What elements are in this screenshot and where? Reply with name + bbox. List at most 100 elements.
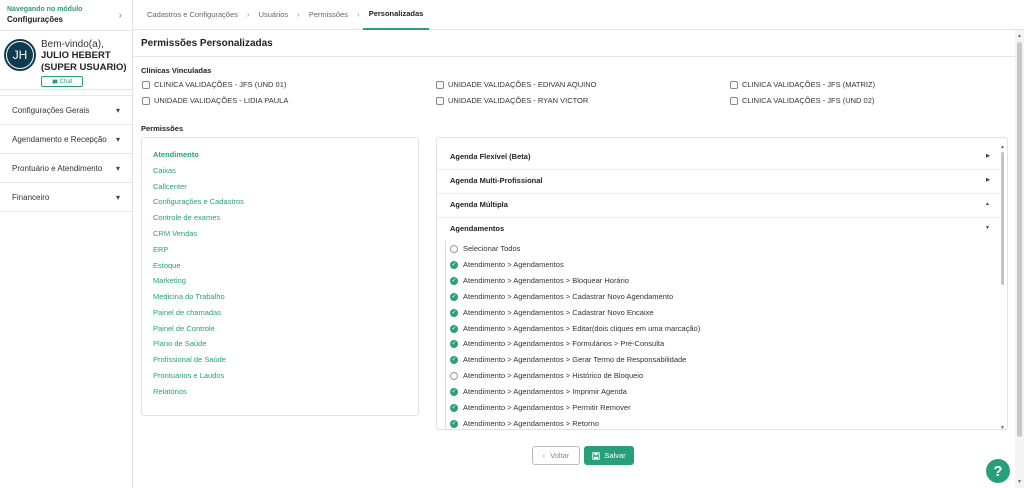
clinic-checkbox[interactable]: UNIDADE VALIDAÇÕES - RYAN VICTOR (436, 96, 588, 105)
category-item-relatorios[interactable]: Relatórios (153, 387, 187, 396)
caret-right-icon: ▶ (986, 153, 990, 159)
clinic-checkbox[interactable]: CLINICA VALIDAÇÕES - JFS (UND 01) (142, 80, 286, 89)
group-header-agenda-multi[interactable]: Agenda Multi-Profissional ▶ (450, 176, 990, 185)
category-item-atendimento[interactable]: Atendimento (153, 150, 199, 159)
sidebar-item-configuracoes-gerais[interactable]: Configurações Gerais ▾ (0, 96, 132, 125)
breadcrumb-item-permissoes[interactable]: Permissões (303, 0, 354, 30)
permission-item[interactable]: ✓ Atendimento > Agendamentos > Cadastrar… (450, 308, 654, 317)
group-header-agendamentos[interactable]: Agendamentos ▼ (450, 224, 990, 233)
category-item-medicina-trabalho[interactable]: Medicina do Trabalho (153, 292, 225, 301)
clinic-label: CLINICA VALIDAÇÕES - JFS (UND 01) (154, 80, 287, 89)
clinic-label: UNIDADE VALIDAÇÕES - RYAN VICTOR (448, 96, 589, 105)
category-item-erp[interactable]: ERP (153, 245, 168, 254)
check-icon[interactable]: ✓ (450, 308, 458, 317)
list-indent-bar (445, 241, 446, 429)
checkbox[interactable] (142, 80, 150, 89)
check-icon[interactable]: ✓ (450, 355, 458, 364)
permission-item[interactable]: ✓ Atendimento > Agendamentos > Retorno (450, 419, 599, 428)
category-item-painel-controle[interactable]: Painel de Controle (153, 324, 215, 333)
check-icon[interactable]: ✓ (450, 292, 458, 301)
clinic-label: CLINICA VALIDAÇÕES - JFS (MATRIZ) (742, 80, 876, 89)
group-header-agenda-multipla[interactable]: Agenda Múltipla ▲ (450, 200, 990, 209)
page-header: Permissões Personalizadas (133, 30, 1015, 57)
permission-item[interactable]: ✓ Atendimento > Agendamentos > Formulári… (450, 339, 664, 348)
category-item-configuracoes[interactable]: Configurações e Cadastros (153, 197, 244, 206)
app-root: Navegando no módulo Configurações › JH B… (0, 0, 1024, 488)
breadcrumb-item-cadastros[interactable]: Cadastros e Configurações (141, 0, 244, 30)
checkbox[interactable] (436, 80, 444, 89)
category-item-crm-vendas[interactable]: CRM Vendas (153, 229, 197, 238)
permission-item[interactable]: ✓ Atendimento > Agendamentos > Editar(do… (450, 324, 700, 333)
save-button[interactable]: Salvar (584, 446, 634, 465)
select-all-checkbox[interactable]: Selecionar Todos (450, 244, 520, 253)
page-scrollbar[interactable]: ▲ ▼ (1015, 30, 1024, 488)
permission-item[interactable]: ✓ Atendimento > Agendamentos > Permitir … (450, 403, 631, 412)
back-button[interactable]: ‹ Voltar (532, 446, 580, 465)
category-item-callcenter[interactable]: Callcenter (153, 182, 187, 191)
check-icon[interactable]: ✓ (450, 324, 458, 333)
clinic-checkbox[interactable]: CLINICA VALIDAÇÕES - JFS (UND 02) (730, 96, 874, 105)
permissions-scrollbar[interactable]: ▲ ▼ (1000, 144, 1005, 429)
breadcrumb-item-usuarios[interactable]: Usuários (253, 0, 295, 30)
permission-label: Atendimento > Agendamentos > Cadastrar N… (463, 308, 654, 317)
scroll-down-icon[interactable]: ▼ (1017, 479, 1022, 485)
sidebar-item-agendamento-recepcao[interactable]: Agendamento e Recepção ▾ (0, 125, 132, 154)
breadcrumb: Cadastros e Configurações › Usuários › P… (133, 0, 1024, 30)
category-item-profissional-saude[interactable]: Profissional de Saúde (153, 355, 226, 364)
category-item-prontuarios-laudos[interactable]: Prontuários e Laudos (153, 371, 224, 380)
checkbox[interactable] (730, 80, 738, 89)
clinic-checkbox[interactable]: UNIDADE VALIDAÇÕES - EDIVAN AQUINO (436, 80, 597, 89)
sidebar-item-prontuario-atendimento[interactable]: Prontuário e Atendimento ▾ (0, 154, 132, 183)
category-item-painel-chamadas[interactable]: Painel de chamadas (153, 308, 221, 317)
clinic-label: UNIDADE VALIDAÇÕES - EDIVAN AQUINO (448, 80, 597, 89)
category-item-marketing[interactable]: Marketing (153, 276, 186, 285)
module-caption: Navegando no módulo (7, 6, 83, 13)
scroll-down-icon[interactable]: ▼ (1000, 425, 1005, 429)
divider (437, 217, 999, 218)
help-button[interactable]: ? (986, 459, 1010, 483)
category-item-estoque[interactable]: Estoque (153, 261, 181, 270)
sidebar-item-label: Financeiro (12, 192, 50, 202)
checkbox[interactable] (142, 96, 150, 105)
sidebar-item-financeiro[interactable]: Financeiro ▾ (0, 183, 132, 212)
sidebar-item-label: Agendamento e Recepção (12, 134, 107, 144)
permission-item[interactable]: ✓ Atendimento > Agendamentos > Bloquear … (450, 276, 629, 285)
permission-item[interactable]: ✓ Atendimento > Agendamentos (450, 260, 564, 269)
permission-label: Atendimento > Agendamentos > Formulários… (463, 339, 665, 348)
module-name: Configurações (7, 15, 64, 24)
checkbox[interactable] (730, 96, 738, 105)
scrollbar-thumb[interactable] (1017, 42, 1022, 437)
breadcrumb-item-personalizadas[interactable]: Personalizadas (362, 0, 430, 30)
group-title: Agenda Flexível (Beta) (450, 152, 531, 161)
module-selector[interactable]: Navegando no módulo Configurações › (0, 0, 132, 31)
check-icon[interactable]: ✓ (450, 260, 458, 269)
sidebar-item-label: Prontuário e Atendimento (12, 163, 103, 173)
permission-item[interactable]: Atendimento > Agendamentos > Histórico d… (450, 371, 643, 380)
checkbox[interactable] (450, 244, 458, 253)
category-item-plano-saude[interactable]: Plano de Saúde (153, 339, 206, 348)
scroll-up-icon[interactable]: ▲ (1000, 144, 1005, 150)
welcome-text: Bem-vindo(a), (41, 39, 104, 50)
check-icon[interactable]: ✓ (450, 403, 458, 412)
group-header-agenda-flexivel[interactable]: Agenda Flexível (Beta) ▶ (450, 152, 990, 161)
check-icon[interactable]: ✓ (450, 419, 458, 428)
sidebar: Navegando no módulo Configurações › JH B… (0, 0, 133, 488)
clinic-checkbox[interactable]: UNIDADE VALIDAÇÕES - LIDIA PAULA (142, 96, 288, 105)
sidebar-item-label: Configurações Gerais (12, 105, 90, 115)
check-icon[interactable]: ✓ (450, 387, 458, 396)
category-item-controle-exames[interactable]: Controle de exames (153, 213, 220, 222)
permission-item[interactable]: ✓ Atendimento > Agendamentos > Cadastrar… (450, 292, 673, 301)
chevron-right-icon: › (297, 10, 300, 19)
check-icon[interactable]: ✓ (450, 276, 458, 285)
clinic-checkbox[interactable]: CLINICA VALIDAÇÕES - JFS (MATRIZ) (730, 80, 875, 89)
permission-item[interactable]: ✓ Atendimento > Agendamentos > Gerar Ter… (450, 355, 686, 364)
permission-item[interactable]: ✓ Atendimento > Agendamentos > Imprimir … (450, 387, 627, 396)
scrollbar-thumb[interactable] (1001, 152, 1004, 285)
checkbox[interactable] (450, 371, 458, 380)
chat-button[interactable]: Chat (41, 76, 83, 87)
checkbox[interactable] (436, 96, 444, 105)
category-item-caixas[interactable]: Caixas (153, 166, 176, 175)
scroll-up-icon[interactable]: ▲ (1017, 33, 1022, 39)
check-icon[interactable]: ✓ (450, 339, 458, 348)
group-title: Agenda Múltipla (450, 200, 508, 209)
